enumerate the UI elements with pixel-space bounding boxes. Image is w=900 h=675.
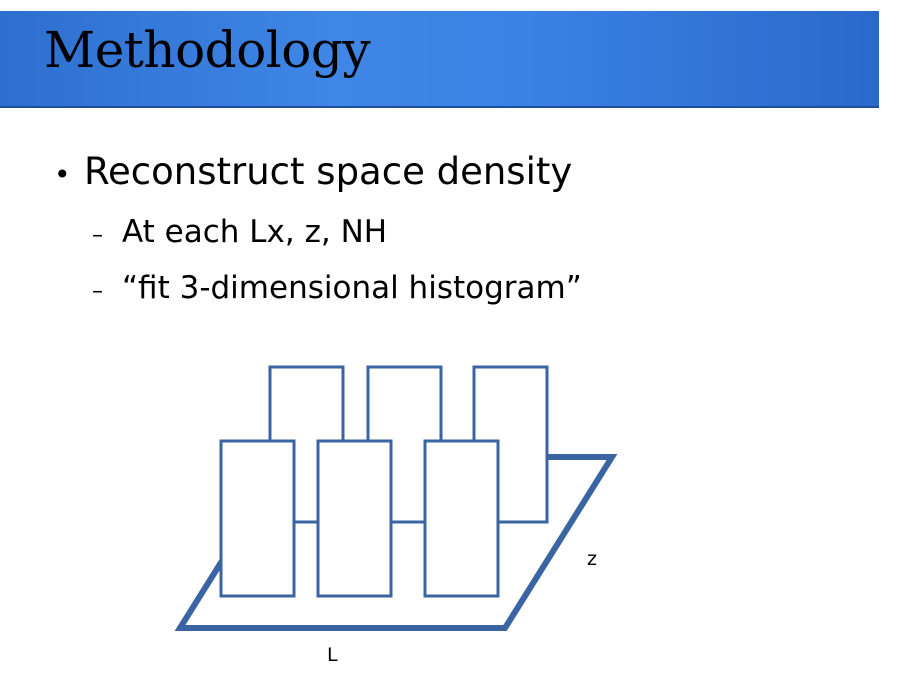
- axis-label-z: z: [587, 548, 597, 570]
- histogram-diagram: [174, 365, 618, 631]
- histogram-bar-front-3: [423, 439, 500, 598]
- histogram-bar-front-2: [316, 439, 393, 598]
- histogram-bar-front-1: [219, 439, 296, 598]
- axis-label-l: L: [327, 644, 338, 666]
